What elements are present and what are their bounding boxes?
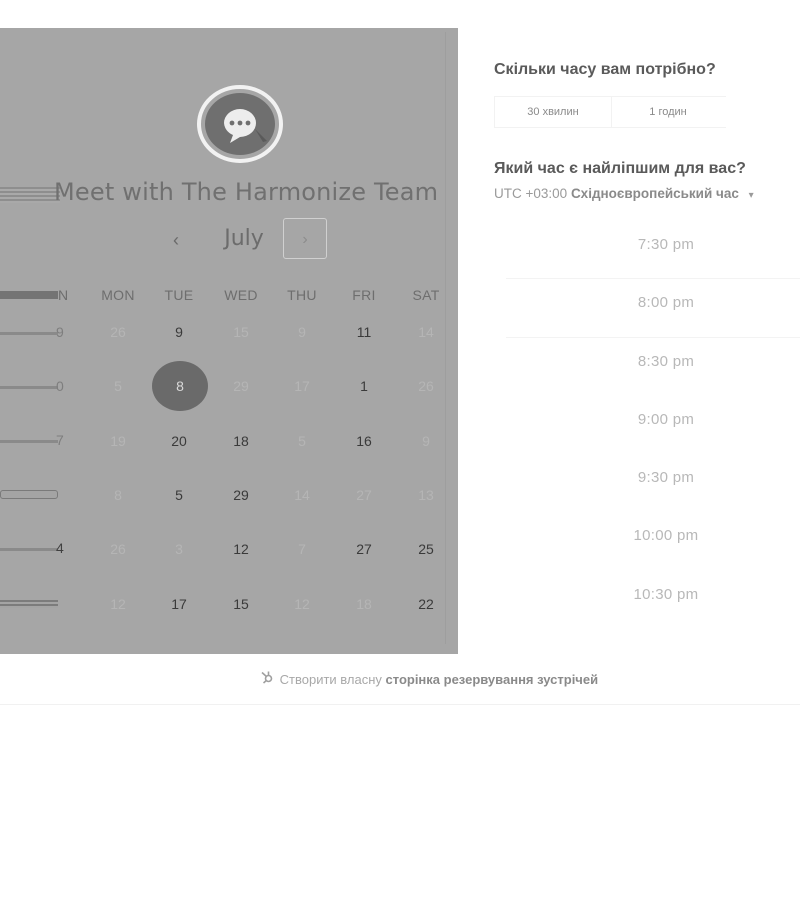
month-label: July (224, 226, 264, 251)
day-cell: 26 (110, 324, 126, 340)
row-fragment (0, 332, 58, 335)
booking-options-panel: Скільки часу вам потрібно? 30 хвилин 1 г… (458, 28, 800, 654)
day-cell[interactable]: 5 (151, 480, 207, 510)
timezone-selector[interactable]: UTC +03:00 Східноєвропейський час ▾ (494, 186, 754, 201)
day-cell: 26 (418, 378, 434, 394)
month-navigation: ‹ July › (0, 218, 458, 262)
weekday-sun-fragment (0, 291, 58, 299)
footer-prefix: Створити власну (279, 672, 382, 687)
time-slot-button[interactable]: 10:00 pm (618, 527, 714, 544)
hubspot-sprocket-icon (260, 670, 276, 687)
duration-1h-button[interactable]: 1 годин (610, 97, 726, 127)
day-cell: 9 (422, 433, 430, 449)
chevron-down-icon: ▾ (748, 190, 754, 201)
day-cell: 17 (294, 378, 310, 394)
day-cell: 0 (56, 378, 64, 394)
day-cell: 29 (233, 378, 249, 394)
weekday-header: N MON TUE WED THU FRI SAT (0, 287, 458, 307)
day-cell: 19 (110, 433, 126, 449)
day-cell[interactable]: 25 (398, 534, 454, 564)
weekday-tue: TUE (164, 287, 194, 303)
footer-bold-text: сторінка резервування зустрічей (385, 672, 599, 687)
day-cell[interactable]: 1 (336, 371, 392, 401)
day-cell: 7 (56, 432, 64, 448)
time-slot-button[interactable]: 7:30 pm (618, 236, 714, 253)
booking-page: Meet with The Harmonize Team ‹ July › N … (0, 0, 800, 900)
create-booking-page-link[interactable]: Створити власну сторінка резервування зу… (260, 670, 598, 687)
timezone-name: Східноєвропейський час (570, 186, 739, 201)
meeting-title: Meet with The Harmonize Team (54, 178, 439, 206)
day-cell: 9 (56, 324, 64, 340)
day-cell[interactable]: 15 (213, 589, 269, 619)
duration-selector: 30 хвилин 1 годин (494, 96, 726, 128)
day-cell[interactable]: 20 (151, 426, 207, 456)
prev-month-button[interactable]: ‹ (162, 224, 190, 256)
day-cell[interactable]: 16 (336, 426, 392, 456)
day-cell[interactable]: 17 (151, 589, 207, 619)
row-fragment (0, 490, 58, 499)
time-slot-button[interactable]: 10:30 pm (618, 586, 714, 603)
day-cell: 18 (356, 596, 372, 612)
day-cell: 5 (298, 433, 306, 449)
day-cell-selected[interactable]: 8 (152, 371, 208, 401)
slot-divider (506, 278, 800, 279)
day-cell[interactable]: 22 (398, 589, 454, 619)
day-cell[interactable]: 11 (336, 317, 392, 347)
day-cell: 15 (233, 324, 249, 340)
day-cell: 5 (114, 378, 122, 394)
weekday-mon: MON (101, 287, 135, 303)
day-cell[interactable]: 12 (213, 534, 269, 564)
chat-logo-icon (197, 85, 283, 163)
time-slot-button[interactable]: 8:00 pm (618, 294, 714, 311)
day-cell: 9 (298, 324, 306, 340)
row-fragment (0, 386, 58, 389)
row-fragment (0, 600, 58, 608)
duration-30min-button[interactable]: 30 хвилин (494, 97, 612, 127)
duration-question: Скільки часу вам потрібно? (494, 61, 716, 78)
day-cell: 8 (114, 487, 122, 503)
time-slot-button[interactable]: 9:00 pm (618, 411, 714, 428)
timezone-offset: UTC +03:00 (494, 186, 568, 201)
time-question: Який час є найліпшим для вас? (494, 160, 746, 177)
weekday-sat: SAT (412, 287, 440, 303)
day-cell: 26 (110, 541, 126, 557)
day-cell[interactable]: 27 (336, 534, 392, 564)
time-slot-button[interactable]: 8:30 pm (618, 353, 714, 370)
day-cell: 12 (110, 596, 126, 612)
footer: Створити власну сторінка резервування зу… (0, 654, 800, 705)
row-fragment (0, 440, 58, 443)
next-month-button[interactable]: › (283, 218, 327, 259)
day-cell: 7 (298, 541, 306, 557)
row-fragment (0, 548, 58, 551)
weekday-thu: THU (287, 287, 317, 303)
day-cell: 13 (418, 487, 434, 503)
calendar-panel: Meet with The Harmonize Team ‹ July › N … (0, 28, 458, 654)
day-cell[interactable]: 18 (213, 426, 269, 456)
day-cell: 12 (294, 596, 310, 612)
weekday-wed: WED (224, 287, 258, 303)
day-cell: 27 (356, 487, 372, 503)
day-cell[interactable]: 29 (213, 480, 269, 510)
title-clipped-fragment (0, 187, 60, 203)
weekday-fri: FRI (352, 287, 376, 303)
weekday-sun-label: N (58, 287, 69, 303)
day-cell[interactable]: 4 (56, 540, 64, 556)
slot-divider (506, 337, 800, 338)
time-slot-button[interactable]: 9:30 pm (618, 469, 714, 486)
day-cell[interactable]: 9 (151, 317, 207, 347)
day-cell: 14 (294, 487, 310, 503)
day-cell: 3 (175, 541, 183, 557)
day-cell: 14 (418, 324, 434, 340)
